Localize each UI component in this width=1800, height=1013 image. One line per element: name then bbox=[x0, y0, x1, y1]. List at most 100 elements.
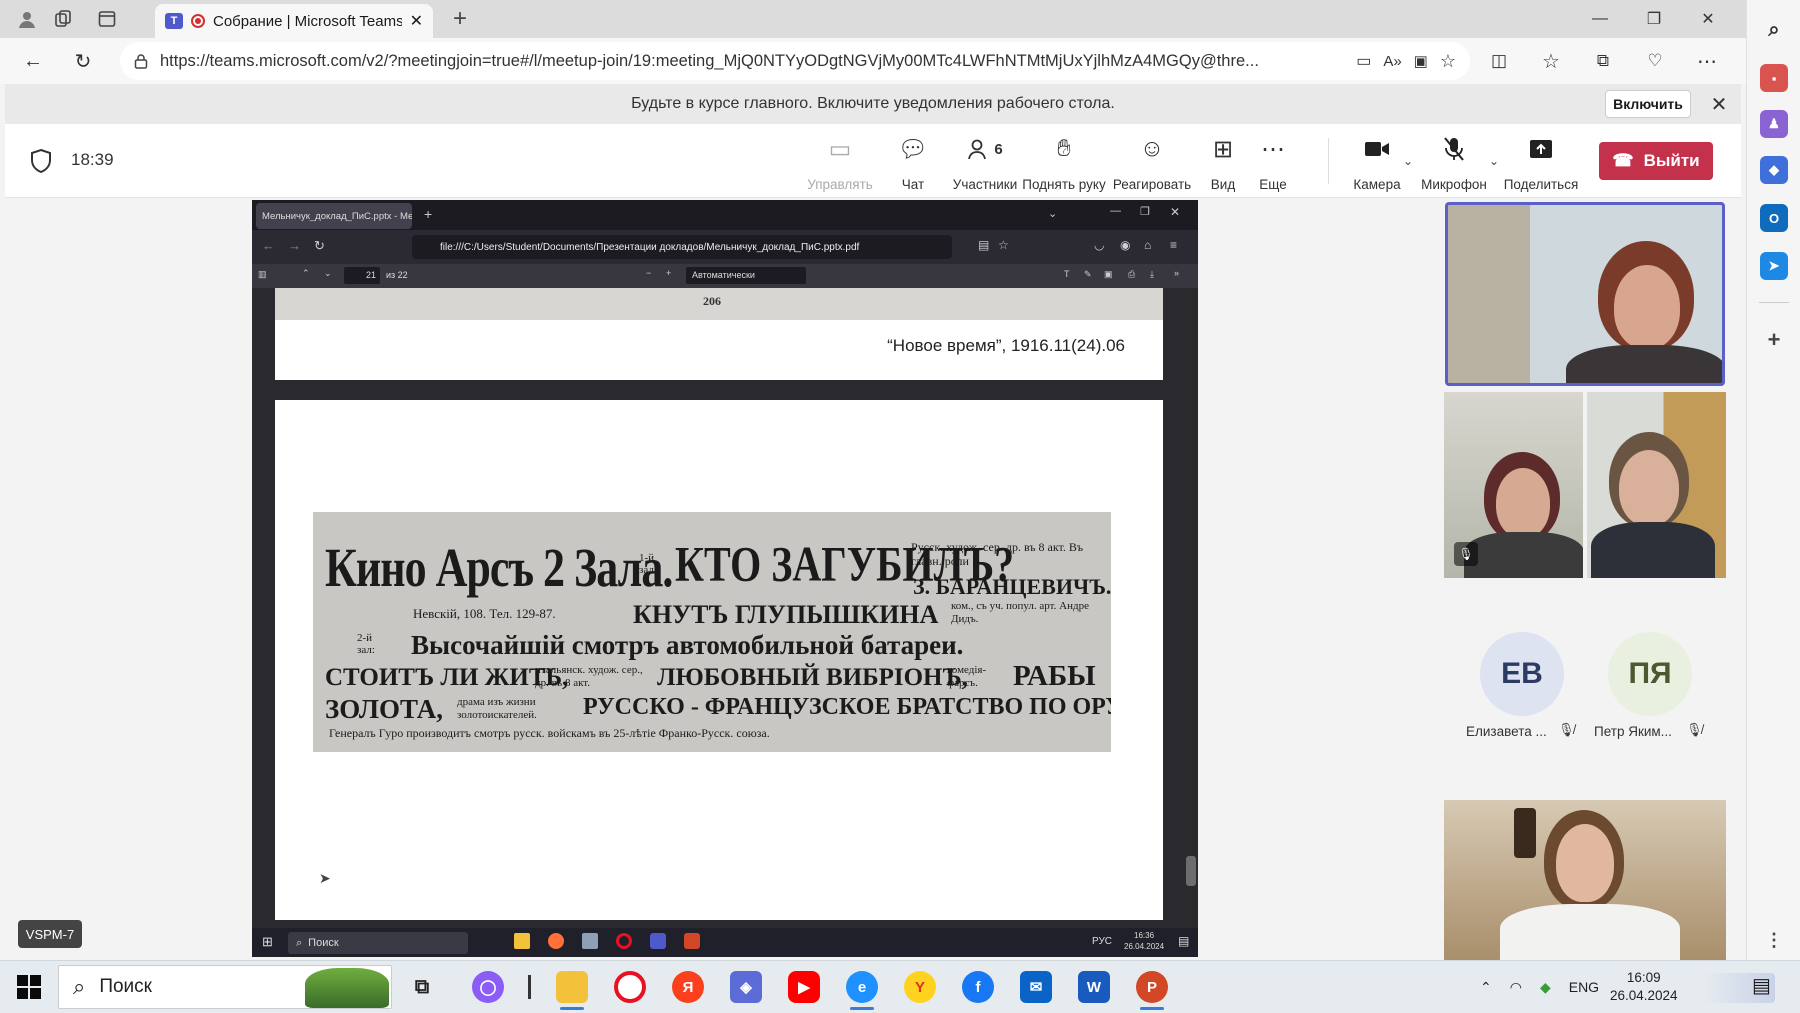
sidebar-more-icon[interactable]: ⋮ bbox=[1760, 926, 1788, 954]
alice-icon[interactable]: ◯ bbox=[472, 971, 504, 1003]
windows-start-icon[interactable] bbox=[16, 974, 42, 1000]
view-button[interactable]: ⊞ Вид bbox=[1201, 134, 1245, 193]
favorites-icon[interactable]: ☆ bbox=[1536, 46, 1566, 76]
tab-teams-meeting[interactable]: T Собрание | Microsoft Teams ✕ bbox=[155, 4, 433, 38]
taskbar-clock[interactable]: 16:09 26.04.2024 bbox=[1610, 969, 1678, 1005]
enable-notifications-button[interactable]: Включить bbox=[1605, 90, 1691, 118]
leave-button[interactable]: ☎ Выйти bbox=[1599, 142, 1713, 180]
shared-search-box: ⌕ Поиск bbox=[288, 932, 468, 954]
youtube-icon[interactable]: ▶ bbox=[788, 971, 820, 1003]
collections-toolbar-icon[interactable]: ⧉ bbox=[1588, 46, 1618, 76]
participant-ev[interactable]: ЕВ bbox=[1480, 632, 1564, 716]
powerpoint-icon[interactable]: P bbox=[1136, 971, 1168, 1010]
video-tile-speaker[interactable] bbox=[1445, 202, 1725, 386]
clip-stoit-note: итальянск. худож. сер., др. въ 8 акт. bbox=[535, 664, 643, 689]
manage-icon: ▭ bbox=[828, 135, 852, 163]
close-notification-icon[interactable]: ✕ bbox=[1705, 90, 1733, 118]
shield-tray-icon[interactable]: ◆ bbox=[1540, 979, 1551, 996]
app-icon[interactable]: ◈ bbox=[730, 971, 762, 1003]
word-icon[interactable]: W bbox=[1078, 971, 1110, 1003]
read-aloud-icon[interactable]: A» bbox=[1383, 53, 1401, 70]
tools-icon[interactable]: ▪ bbox=[1760, 64, 1788, 92]
app-available-icon[interactable]: ▣ bbox=[1414, 52, 1428, 70]
send-icon[interactable]: ➤ bbox=[1760, 252, 1788, 280]
participant-face bbox=[1619, 450, 1679, 526]
edge-icon[interactable]: e bbox=[846, 971, 878, 1010]
refresh-icon[interactable]: ↻ bbox=[68, 46, 98, 76]
shared-lang: РУС bbox=[1092, 936, 1113, 947]
camera-site-icon[interactable]: ▭ bbox=[1356, 51, 1371, 71]
mic-options-chevron-icon[interactable]: ⌄ bbox=[1489, 154, 1499, 168]
facebook-icon[interactable]: f bbox=[962, 971, 994, 1003]
shared-forward-icon: → bbox=[288, 238, 301, 253]
wifi-icon[interactable]: ◠ bbox=[1510, 979, 1522, 996]
collections-icon[interactable] bbox=[46, 5, 80, 33]
chat-button[interactable]: 💬︎ Чат bbox=[885, 134, 941, 193]
microphone-button[interactable]: Микрофон bbox=[1419, 134, 1489, 192]
participant-py[interactable]: ПЯ bbox=[1608, 632, 1692, 716]
camera-options-chevron-icon[interactable]: ⌄ bbox=[1403, 154, 1413, 168]
avatar: ПЯ bbox=[1608, 632, 1692, 716]
page-image-strip: 206 bbox=[275, 288, 1163, 320]
opera-icon[interactable] bbox=[614, 971, 646, 1003]
video-tile-participant[interactable]: 🎙︎ bbox=[1444, 392, 1583, 578]
speaker-body bbox=[1566, 345, 1722, 383]
share-button[interactable]: Поделиться bbox=[1503, 134, 1579, 192]
notification-center-icon[interactable]: ▤ bbox=[1752, 973, 1771, 998]
search-highlight-icon bbox=[305, 968, 389, 1008]
tray-expand-icon[interactable]: ⌃ bbox=[1480, 979, 1492, 996]
yandex-icon[interactable]: Я bbox=[672, 971, 704, 1003]
recording-icon bbox=[191, 14, 205, 28]
shared-account-icon: ◉ bbox=[1120, 238, 1131, 252]
shared-date: 26.04.2024 bbox=[1124, 942, 1165, 951]
lock-icon bbox=[134, 54, 148, 69]
participants-button[interactable]: 6 Участники bbox=[945, 134, 1025, 192]
speaker-face bbox=[1614, 265, 1680, 349]
video-tile-participant[interactable] bbox=[1587, 392, 1726, 578]
shared-explorer-icon bbox=[514, 933, 530, 949]
video-tile-self[interactable] bbox=[1444, 800, 1726, 960]
language-indicator[interactable]: ENG bbox=[1569, 979, 1599, 995]
close-tab-icon[interactable]: ✕ bbox=[410, 11, 423, 31]
sidebar-search-icon[interactable]: ⌕ bbox=[1760, 16, 1788, 44]
settings-more-icon[interactable]: ⋯ bbox=[1692, 46, 1722, 76]
clip-cinema-name: Кино Арсъ 2 Зала. bbox=[325, 537, 673, 599]
browser-essentials-icon[interactable]: ♡ bbox=[1640, 46, 1670, 76]
file-explorer-icon[interactable] bbox=[556, 971, 588, 1010]
participants-label: Участники bbox=[952, 177, 1018, 192]
games-icon[interactable]: ♟ bbox=[1760, 110, 1788, 138]
outlook-icon[interactable]: O bbox=[1760, 204, 1788, 232]
address-bar[interactable]: https://teams.microsoft.com/v2/?meetingj… bbox=[120, 42, 1470, 80]
participant-name: Петр Яким... bbox=[1594, 724, 1672, 739]
more-button[interactable]: ⋯ Еще bbox=[1251, 134, 1295, 193]
manage-button[interactable]: ▭ Управлять bbox=[805, 134, 875, 193]
react-button[interactable]: ☺ Реагировать bbox=[1113, 134, 1191, 192]
taskbar-search[interactable]: ⌕ Поиск bbox=[58, 965, 392, 1009]
participants-count: 6 bbox=[994, 140, 1003, 158]
camera-button[interactable]: Камера bbox=[1349, 134, 1405, 192]
profile-icon[interactable] bbox=[10, 5, 44, 33]
split-screen-icon[interactable]: ◫ bbox=[1484, 46, 1514, 76]
close-window-button[interactable]: ✕ bbox=[1680, 0, 1736, 38]
add-sidebar-icon[interactable]: + bbox=[1760, 326, 1788, 354]
task-view-icon[interactable]: ⧉ bbox=[406, 971, 438, 1003]
yandex-browser-icon[interactable]: Y bbox=[904, 971, 936, 1003]
minimize-button[interactable]: — bbox=[1572, 0, 1628, 38]
new-tab-button[interactable]: + bbox=[443, 5, 477, 33]
shared-screen: Мельничук_доклад_ПиС.pptx - Мельн ✕ + ⌄ … bbox=[252, 200, 1198, 957]
pdf-next-page-icon: ⌄ bbox=[324, 268, 332, 278]
view-label: Вид bbox=[1210, 177, 1236, 192]
mail-icon[interactable]: ✉ bbox=[1020, 971, 1052, 1003]
favorite-star-icon[interactable]: ☆ bbox=[1440, 51, 1456, 72]
shared-firefox-icon bbox=[548, 933, 564, 949]
shared-time: 16:36 bbox=[1134, 931, 1155, 940]
maximize-button[interactable]: ❐ bbox=[1626, 0, 1682, 38]
clip-vibrion: ЛЮБОВНЫЙ ВИБРІОНЪ, bbox=[657, 664, 968, 691]
vertical-tabs-icon[interactable] bbox=[90, 5, 124, 33]
shield-icon[interactable] bbox=[29, 148, 53, 174]
back-icon[interactable]: ← bbox=[18, 46, 48, 76]
participant-body bbox=[1464, 532, 1583, 578]
copilot-icon[interactable]: ◆ bbox=[1760, 156, 1788, 184]
clock-date: 26.04.2024 bbox=[1610, 988, 1678, 1003]
raise-hand-button[interactable]: ✋︎ Поднять руку bbox=[1021, 134, 1107, 192]
